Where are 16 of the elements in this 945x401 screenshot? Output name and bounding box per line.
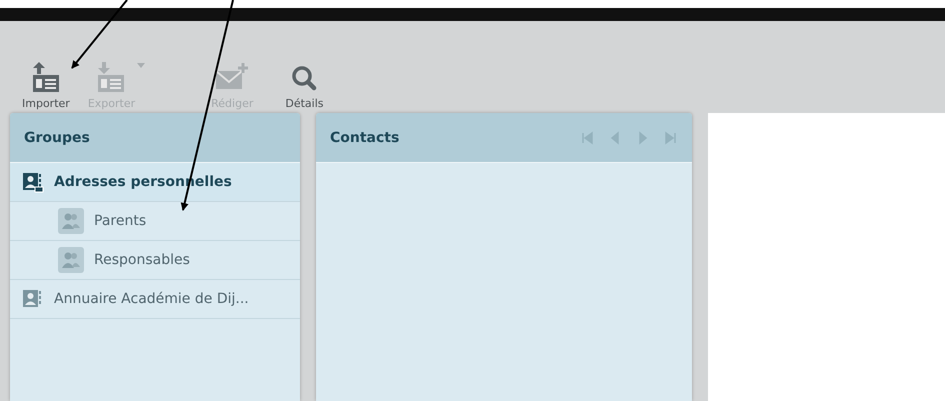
people-icon xyxy=(58,208,84,234)
address-card-arrow-icon xyxy=(96,61,126,93)
toolbar-button[interactable]: Détails xyxy=(279,61,330,110)
contact-book-icon xyxy=(22,288,44,310)
address-card-arrow-icon xyxy=(30,61,61,93)
group-item[interactable]: Responsables xyxy=(10,241,300,280)
group-label: Parents xyxy=(94,213,146,229)
toolbar-button[interactable]: Importer xyxy=(16,61,76,110)
annotation-arrow xyxy=(71,0,128,69)
panel-title: Contacts xyxy=(330,130,400,146)
group-label: Annuaire Académie de Dij... xyxy=(54,291,249,307)
group-label: Responsables xyxy=(94,252,190,268)
group-item[interactable]: Annuaire Académie de Dij... xyxy=(10,280,300,319)
group-item[interactable]: Parents xyxy=(10,202,300,241)
panel-title: Groupes xyxy=(24,130,90,146)
people-icon xyxy=(58,247,84,273)
